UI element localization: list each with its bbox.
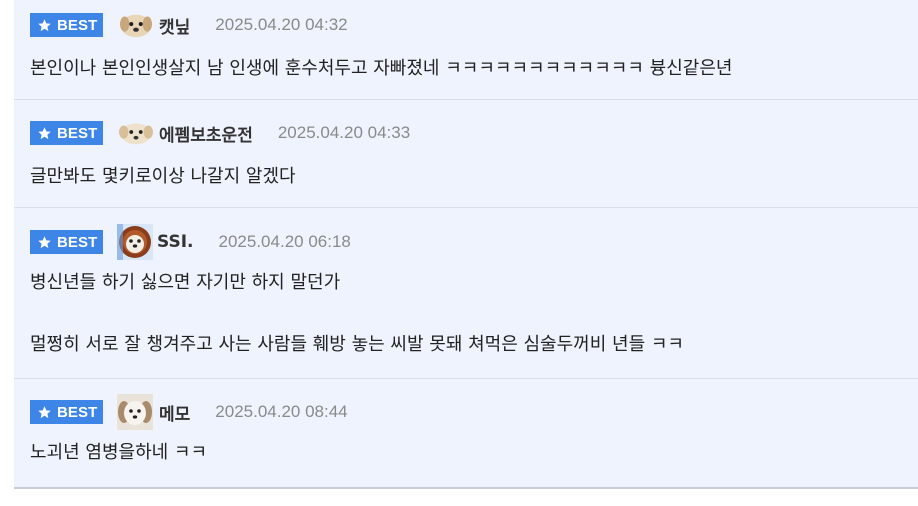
best-badge-label: BEST: [57, 16, 98, 34]
best-badge-label: BEST: [57, 124, 98, 142]
best-badge-label: BEST: [57, 403, 98, 421]
best-comments-panel: BEST 캣닢 2025.04.20 04:32 본인이나 본인인생살지 남 인…: [0, 0, 918, 506]
star-icon: [38, 405, 51, 418]
comment-list: BEST 캣닢 2025.04.20 04:32 본인이나 본인인생살지 남 인…: [14, 0, 918, 488]
best-badge: BEST: [30, 230, 103, 254]
puppy-avatar-icon[interactable]: [119, 118, 153, 148]
comment-header: BEST 캣닢 2025.04.20 04:32: [30, 10, 918, 40]
star-icon: [38, 18, 51, 31]
list-bottom-divider: [14, 487, 918, 489]
comment-date: 2025.04.20 06:18: [218, 232, 351, 251]
best-badge: BEST: [30, 400, 103, 424]
best-badge-label: BEST: [57, 233, 98, 251]
comment-text: 노괴년 염병을하네 ㅋㅋ: [30, 442, 208, 463]
comment-date: 2025.04.20 08:44: [215, 402, 348, 421]
comment-item: BEST 메모 2025.04.20 08:44 노괴년 염병을하네 ㅋㅋ: [14, 379, 918, 488]
comment-body: 본인이나 본인인생살지 남 인생에 훈수처두고 자빠졌네 ㅋㅋㅋㅋㅋㅋㅋㅋㅋㅋㅋ…: [30, 56, 918, 82]
white-puppy-avatar-icon[interactable]: [117, 394, 153, 430]
comment-header: BEST SSI. 2025.04.20 06:18: [30, 224, 918, 260]
comment-nickname[interactable]: 에펨보초운전: [159, 121, 253, 146]
comment-body: 노괴년 염병을하네 ㅋㅋ: [30, 440, 918, 466]
best-badge: BEST: [30, 121, 103, 145]
best-badge: BEST: [30, 13, 103, 37]
lion-puppy-avatar-icon[interactable]: [117, 224, 153, 260]
comment-date: 2025.04.20 04:32: [215, 15, 348, 34]
comment-text: 멀쩡히 서로 잘 챙겨주고 사는 사람들 훼방 놓는 씨발 못돼 쳐먹은 심술두…: [30, 334, 684, 355]
comment-header: BEST 에펨보초운전 2025.04.20 04:33: [30, 118, 918, 148]
comment-text: 본인이나 본인인생살지 남 인생에 훈수처두고 자빠졌네 ㅋㅋㅋㅋㅋㅋㅋㅋㅋㅋㅋ…: [30, 58, 733, 79]
puppy-avatar-icon[interactable]: [119, 10, 153, 40]
comment-nickname[interactable]: SSI.: [157, 232, 194, 252]
comment-date: 2025.04.20 04:33: [277, 123, 411, 142]
comment-item: BEST 에펨보초운전 2025.04.20 04:33 글만봐도 몇키로이상 …: [14, 100, 918, 208]
comment-body: 병신년들 하기 싫으면 자기만 하지 말던가 멀쩡히 서로 잘 챙겨주고 사는 …: [30, 270, 918, 358]
star-icon: [38, 126, 51, 139]
comment-body: 글만봐도 몇키로이상 나갈지 알겠다: [30, 164, 918, 190]
comment-item: BEST 캣닢 2025.04.20 04:32 본인이나 본인인생살지 남 인…: [14, 0, 918, 100]
comment-header: BEST 메모 2025.04.20 08:44: [30, 394, 918, 430]
comment-text: 글만봐도 몇키로이상 나갈지 알겠다: [30, 166, 296, 187]
comment-item: BEST SSI. 2025.04.20 06:18 병신년들 하기 싫으면 자…: [14, 208, 918, 379]
star-icon: [38, 235, 51, 248]
comment-nickname[interactable]: 캣닢: [159, 13, 190, 38]
comment-nickname[interactable]: 메모: [159, 400, 190, 425]
comment-text: 병신년들 하기 싫으면 자기만 하지 말던가: [30, 272, 341, 293]
